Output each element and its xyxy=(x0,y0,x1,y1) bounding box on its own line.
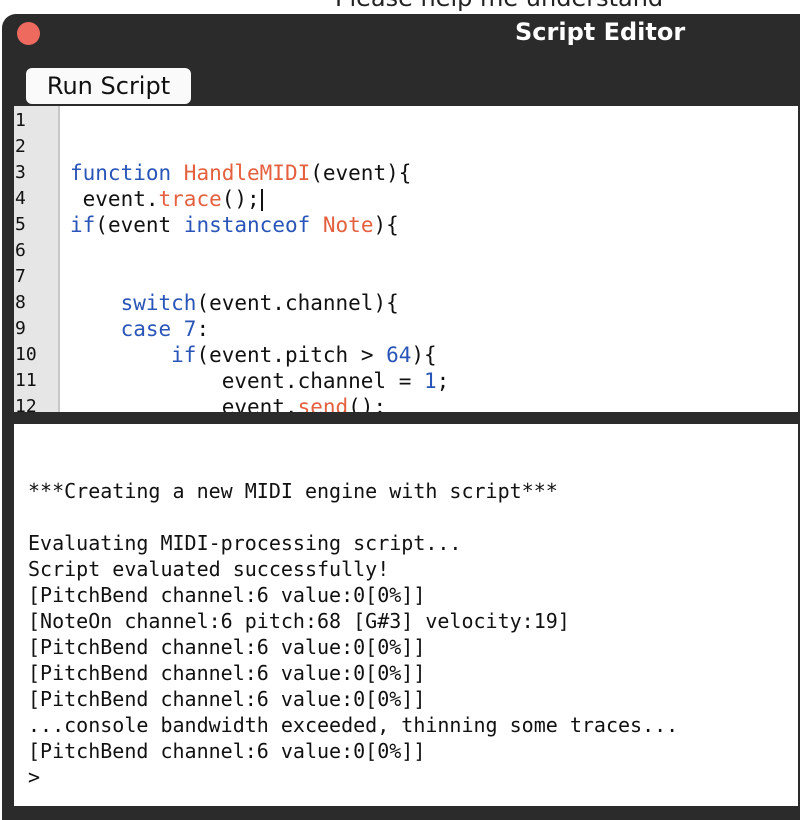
console-output[interactable]: ***Creating a new MIDI engine with scrip… xyxy=(14,424,798,806)
code-token: : xyxy=(196,317,210,341)
close-button[interactable] xyxy=(17,22,40,45)
code-line: event.channel = 1; xyxy=(70,368,450,394)
code-line: function HandleMIDI(event){ xyxy=(70,160,411,186)
console-line: ***Creating a new MIDI engine with scrip… xyxy=(28,479,558,503)
line-number: 8 xyxy=(15,292,26,313)
console-line: [NoteOn channel:6 pitch:68 [G#3] velocit… xyxy=(28,609,570,633)
line-number: 10 xyxy=(15,344,37,365)
line-number: 2 xyxy=(15,136,26,157)
line-number: 4 xyxy=(15,188,26,209)
code-token: (); xyxy=(221,187,260,211)
code-token: send xyxy=(297,395,349,412)
code-token: 7 xyxy=(183,317,197,341)
console-line: [PitchBend channel:6 value:0[0%]] xyxy=(28,635,426,659)
console-line: Script evaluated successfully! xyxy=(28,557,390,581)
code-token: Note xyxy=(322,213,374,237)
code-token: (event xyxy=(95,213,184,237)
code-editor[interactable]: 1 2 3 4 5 6 7 8 9 10 11 12 function HandleMIDI(even… xyxy=(14,106,798,412)
code-area[interactable]: function HandleMIDI(event){ event.trace(… xyxy=(70,106,790,412)
pane-splitter[interactable] xyxy=(14,412,798,424)
code-token: 1 xyxy=(424,369,437,393)
code-line: event.send(); xyxy=(70,394,386,412)
code-token: (event.pitch > xyxy=(196,343,387,367)
code-token: event. xyxy=(70,187,159,211)
line-number: 3 xyxy=(15,162,26,183)
code-token: (event.channel){ xyxy=(196,291,399,315)
text-cursor xyxy=(260,189,263,211)
code-line: event.trace(); xyxy=(70,186,263,212)
code-token: switch xyxy=(120,291,197,315)
console-line: [PitchBend channel:6 value:0[0%]] xyxy=(28,583,426,607)
line-number: 7 xyxy=(15,266,26,287)
code-token: case xyxy=(120,317,184,341)
code-token: ){ xyxy=(411,343,437,367)
line-number: 9 xyxy=(15,318,26,339)
code-token: trace xyxy=(158,187,222,211)
line-number-gutter: 1 2 3 4 5 6 7 8 9 10 11 12 xyxy=(14,106,60,412)
code-token: HandleMIDI xyxy=(183,161,311,185)
code-token: 64 xyxy=(386,343,412,367)
code-token: if xyxy=(70,213,96,237)
code-token: (); xyxy=(348,395,387,412)
code-token: if xyxy=(171,343,197,367)
line-number: 11 xyxy=(15,370,37,391)
code-token: function xyxy=(70,161,184,185)
line-number: 1 xyxy=(15,110,26,131)
code-token: ){ xyxy=(373,213,399,237)
console-line: Evaluating MIDI-processing script... xyxy=(28,531,462,555)
code-token: event.channel = xyxy=(70,369,425,393)
window-title: Script Editor xyxy=(515,18,686,46)
console-line: [PitchBend channel:6 value:0[0%]] xyxy=(28,687,426,711)
code-token: (event){ xyxy=(310,161,412,185)
code-line: case 7: xyxy=(70,316,210,342)
code-line: if(event instanceof Note){ xyxy=(70,212,399,238)
console-line: > xyxy=(28,765,41,789)
run-script-button[interactable]: Run Script xyxy=(26,68,191,104)
code-line: switch(event.channel){ xyxy=(70,290,399,316)
code-token: ; xyxy=(436,369,450,393)
console-line: ...console bandwidth exceeded, thinning … xyxy=(28,713,679,737)
line-number: 5 xyxy=(15,214,26,235)
background-window-text: Please help me understand xyxy=(335,0,663,12)
code-token: event. xyxy=(70,395,298,412)
line-number: 12 xyxy=(15,396,37,412)
code-token: instanceof xyxy=(183,213,323,237)
line-number: 6 xyxy=(15,240,26,261)
console-line: [PitchBend channel:6 value:0[0%]] xyxy=(28,739,426,763)
code-line: if(event.pitch > 64){ xyxy=(70,342,437,368)
title-bar[interactable]: Script Editor xyxy=(2,14,800,56)
console-line: [PitchBend channel:6 value:0[0%]] xyxy=(28,661,426,685)
